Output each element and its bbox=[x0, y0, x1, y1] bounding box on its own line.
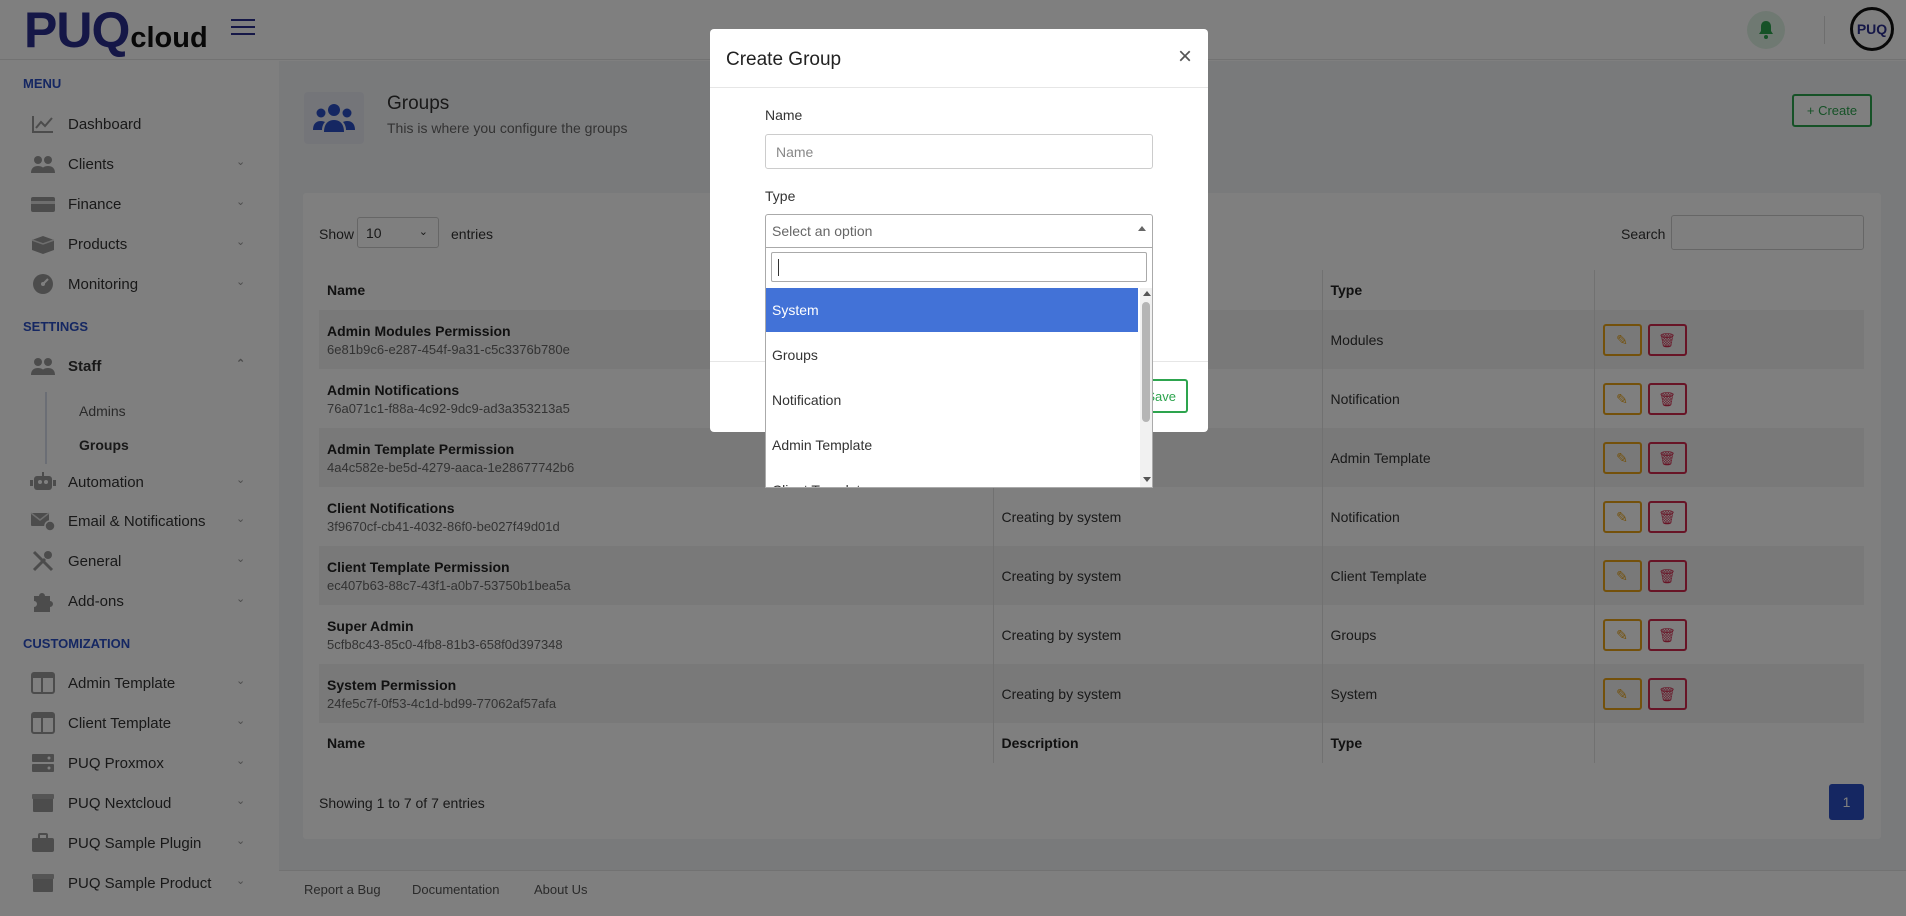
dropdown-option-groups[interactable]: Groups bbox=[766, 333, 1138, 377]
type-select[interactable]: Select an option bbox=[765, 214, 1153, 248]
modal-title: Create Group bbox=[726, 49, 842, 70]
name-input[interactable] bbox=[765, 134, 1153, 169]
scroll-down-arrow-icon[interactable] bbox=[1143, 477, 1151, 482]
dropdown-option-admin-template[interactable]: Admin Template bbox=[766, 423, 1138, 467]
dropdown-search-input[interactable] bbox=[771, 252, 1147, 282]
type-label: Type bbox=[765, 188, 796, 204]
close-icon[interactable]: × bbox=[1174, 45, 1196, 69]
modal-header-divider bbox=[710, 87, 1208, 88]
dropdown-scrollbar[interactable] bbox=[1140, 288, 1152, 487]
type-dropdown: System Groups Notification Admin Templat… bbox=[765, 248, 1153, 488]
dropdown-option-notification[interactable]: Notification bbox=[766, 378, 1138, 422]
scroll-up-arrow-icon[interactable] bbox=[1143, 291, 1151, 296]
type-select-placeholder: Select an option bbox=[772, 223, 873, 239]
dropdown-option-system[interactable]: System bbox=[766, 288, 1138, 332]
text-caret bbox=[778, 259, 779, 276]
dropdown-option-client-template[interactable]: Client Template bbox=[766, 468, 1138, 487]
caret-up-icon bbox=[1138, 226, 1146, 231]
name-label: Name bbox=[765, 107, 803, 123]
scrollbar-thumb[interactable] bbox=[1142, 302, 1150, 422]
